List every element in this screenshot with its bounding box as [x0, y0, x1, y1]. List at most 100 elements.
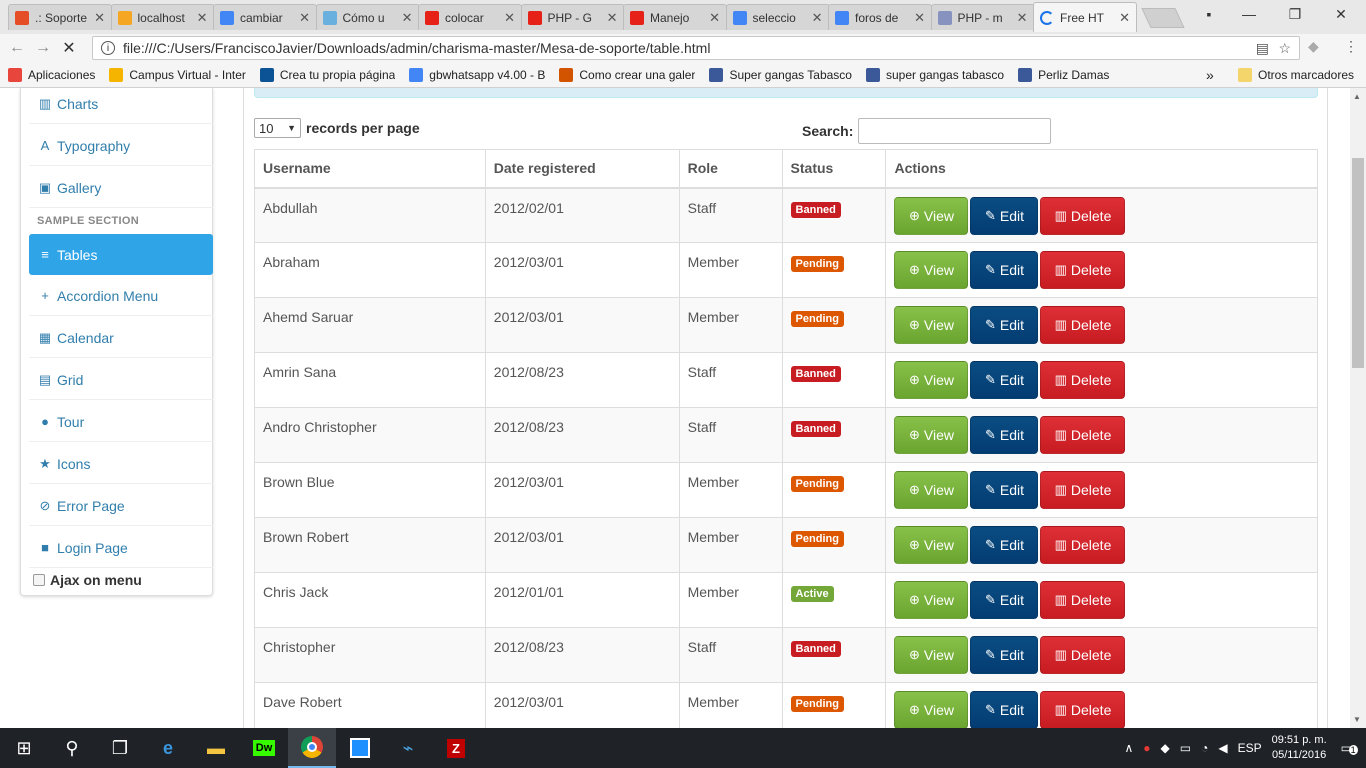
column-header-username[interactable]: Username — [254, 149, 486, 189]
bookmark-4[interactable]: Como crear una galer — [559, 67, 695, 82]
delete-button[interactable]: ▥ Delete — [1040, 471, 1126, 509]
view-button[interactable]: ⊕ View — [894, 581, 969, 619]
close-tab-icon[interactable]: ✕ — [299, 10, 310, 26]
sidebar-item-calendar[interactable]: ▦ Calendar — [29, 318, 213, 358]
language-indicator[interactable]: ESP — [1238, 741, 1262, 755]
edit-button[interactable]: ✎ Edit — [970, 361, 1039, 399]
edit-button[interactable]: ✎ Edit — [970, 251, 1039, 289]
edge-icon[interactable]: e — [144, 728, 192, 768]
bookmark-2[interactable]: Crea tu propia página — [259, 67, 395, 82]
sidebar-item-typography[interactable]: A Typography — [29, 126, 213, 166]
stop-loading-button[interactable]: ✕ — [56, 38, 82, 58]
bookmark-6[interactable]: super gangas tabasco — [865, 67, 1004, 82]
delete-button[interactable]: ▥ Delete — [1040, 361, 1126, 399]
delete-button[interactable]: ▥ Delete — [1040, 581, 1126, 619]
bookmark-5[interactable]: Super gangas Tabasco — [709, 67, 852, 82]
chrome-icon[interactable] — [288, 728, 336, 768]
dropbox-icon[interactable]: ◆ — [1161, 741, 1170, 755]
tab-2[interactable]: cambiar ✕ — [213, 4, 317, 30]
url-text[interactable]: file:///C:/Users/FranciscoJavier/Downloa… — [123, 40, 710, 56]
tab-8[interactable]: foros de ✕ — [828, 4, 932, 30]
close-tab-icon[interactable]: ✕ — [1017, 10, 1028, 26]
close-tab-icon[interactable]: ✕ — [607, 10, 618, 26]
sidebar-item-charts[interactable]: ▥ Charts — [29, 88, 213, 124]
other-bookmarks[interactable]: Otros marcadores — [1238, 67, 1354, 82]
sidebar-item-gallery[interactable]: ▣ Gallery — [29, 168, 213, 208]
antivirus-icon[interactable]: ● — [1143, 741, 1150, 755]
sidebar-item-tables[interactable]: ≡ Tables — [29, 234, 213, 275]
view-button[interactable]: ⊕ View — [894, 471, 969, 509]
chevron-up-icon[interactable]: ∧ — [1124, 741, 1133, 755]
bookmark-3[interactable]: gbwhatsapp v4.00 - B — [409, 67, 545, 82]
tab-5[interactable]: PHP - G ✕ — [520, 4, 625, 30]
more-bookmarks-button[interactable]: » — [1206, 67, 1214, 83]
filezilla-icon[interactable]: Z — [432, 728, 480, 768]
remote-desktop-icon[interactable]: ⌁ — [384, 728, 432, 768]
delete-button[interactable]: ▥ Delete — [1040, 196, 1126, 235]
close-tab-icon[interactable]: ✕ — [812, 10, 823, 26]
page-scrollbar[interactable]: ▲ ▼ — [1350, 88, 1366, 728]
view-button[interactable]: ⊕ View — [894, 526, 969, 564]
minimize-button[interactable]: — — [1226, 0, 1272, 28]
view-button[interactable]: ⊕ View — [894, 416, 969, 454]
translate-icon[interactable]: ▤ — [1256, 40, 1269, 57]
volume-icon[interactable]: ◀ — [1218, 741, 1227, 755]
view-button[interactable]: ⊕ View — [894, 196, 969, 235]
address-bar[interactable]: i file:///C:/Users/FranciscoJavier/Downl… — [92, 36, 1300, 60]
delete-button[interactable]: ▥ Delete — [1040, 526, 1126, 564]
search-input[interactable] — [858, 118, 1052, 144]
bookmark-1[interactable]: Campus Virtual - Inter — [109, 67, 246, 82]
ajax-menu-toggle[interactable]: Ajax on menu — [33, 572, 142, 588]
column-header-status[interactable]: Status — [781, 149, 887, 189]
delete-button[interactable]: ▥ Delete — [1040, 636, 1126, 674]
tab-4[interactable]: colocar ✕ — [418, 4, 522, 30]
close-tab-icon[interactable]: ✕ — [1119, 10, 1130, 26]
app-icon[interactable] — [336, 728, 384, 768]
info-icon[interactable]: i — [101, 41, 115, 55]
close-tab-icon[interactable]: ✕ — [197, 10, 208, 26]
edit-button[interactable]: ✎ Edit — [970, 196, 1039, 235]
scroll-down-arrow[interactable]: ▼ — [1353, 715, 1361, 724]
sidebar-item-icons[interactable]: ★ Icons — [29, 444, 213, 484]
wifi-icon[interactable]: ◔ — [1201, 741, 1208, 755]
file-explorer-icon[interactable]: ▬ — [192, 728, 240, 768]
sidebar-item-login-page[interactable]: ■ Login Page — [29, 528, 213, 568]
clock[interactable]: 09:51 p. m. 05/11/2016 — [1272, 733, 1327, 763]
edit-button[interactable]: ✎ Edit — [970, 416, 1039, 454]
sidebar-item-grid[interactable]: ▤ Grid — [29, 360, 213, 400]
close-window-button[interactable]: ✕ — [1318, 0, 1364, 28]
bookmark-7[interactable]: Perliz Damas — [1018, 67, 1109, 82]
notifications-icon[interactable]: ▭ 1 — [1341, 741, 1358, 755]
view-button[interactable]: ⊕ View — [894, 361, 969, 399]
tab-10[interactable]: Free HT ✕ — [1033, 2, 1137, 32]
tab-3[interactable]: Cómo u ✕ — [315, 4, 420, 30]
windows-start-icon[interactable]: ⊞ — [0, 728, 48, 768]
close-tab-icon[interactable]: ✕ — [402, 10, 413, 26]
view-button[interactable]: ⊕ View — [894, 691, 969, 728]
view-button[interactable]: ⊕ View — [894, 251, 969, 289]
search-icon[interactable]: ⚲ — [48, 728, 96, 768]
tab-7[interactable]: seleccio ✕ — [725, 4, 830, 30]
edit-button[interactable]: ✎ Edit — [970, 306, 1039, 344]
scroll-up-arrow[interactable]: ▲ — [1353, 92, 1361, 101]
edit-button[interactable]: ✎ Edit — [970, 691, 1039, 728]
view-button[interactable]: ⊕ View — [894, 306, 969, 344]
maximize-button[interactable]: ❐ — [1272, 0, 1318, 28]
delete-button[interactable]: ▥ Delete — [1040, 306, 1126, 344]
close-tab-icon[interactable]: ✕ — [709, 10, 720, 26]
back-button[interactable]: ← — [4, 39, 30, 57]
sidebar-item-error-page[interactable]: ⊘ Error Page — [29, 486, 213, 526]
column-header-role[interactable]: Role — [678, 149, 783, 189]
close-tab-icon[interactable]: ✕ — [504, 10, 515, 26]
task-view-icon[interactable]: ❐ — [96, 728, 144, 768]
column-header-actions[interactable]: Actions — [885, 149, 1318, 189]
edit-button[interactable]: ✎ Edit — [970, 526, 1039, 564]
sidebar-item-accordion-menu[interactable]: + Accordion Menu — [29, 276, 213, 316]
forward-button[interactable]: → — [30, 39, 56, 57]
edit-button[interactable]: ✎ Edit — [970, 581, 1039, 619]
ajax-checkbox[interactable] — [33, 574, 45, 586]
tab-0[interactable]: .: Soporte ✕ — [8, 4, 112, 30]
delete-button[interactable]: ▥ Delete — [1040, 416, 1126, 454]
column-header-date-registered[interactable]: Date registered — [484, 149, 680, 189]
power-icon[interactable]: ▭ — [1180, 741, 1191, 755]
